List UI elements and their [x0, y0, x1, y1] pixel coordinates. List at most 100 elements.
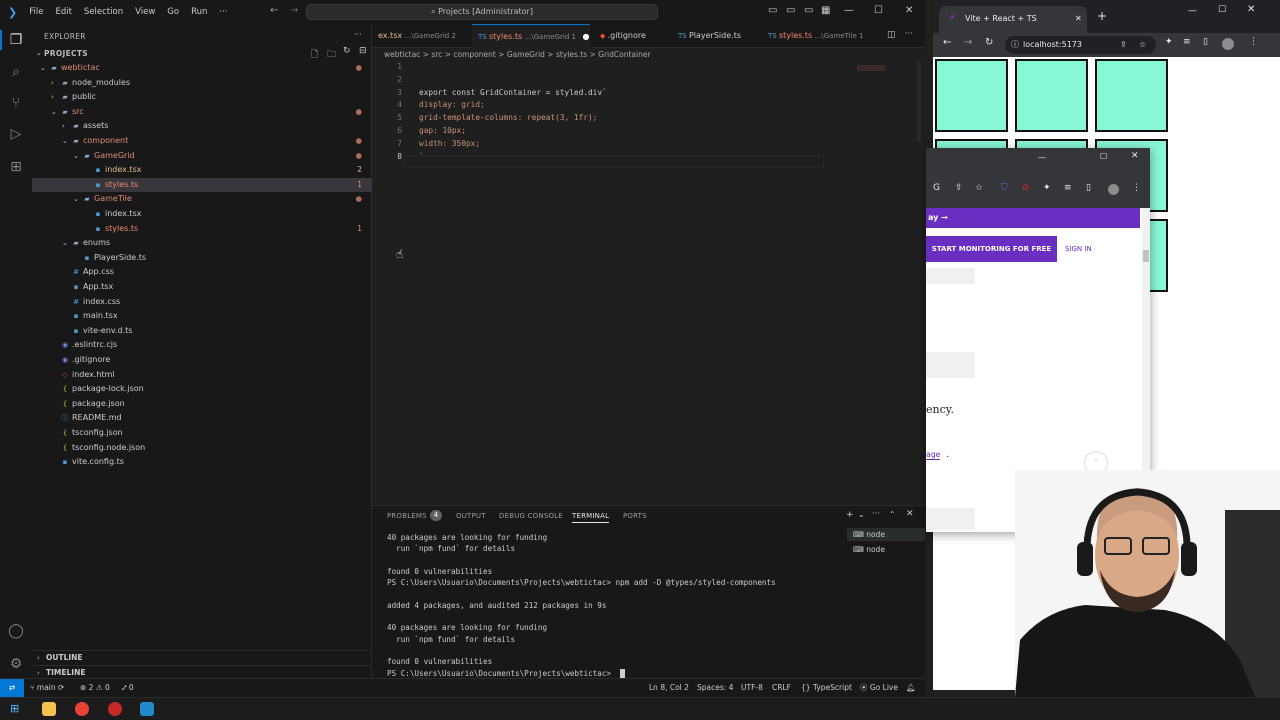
tree-item[interactable]: › ▰ assets	[32, 119, 372, 134]
address-bar[interactable]: ⓘ localhost:5173 ⇪ ☆	[1005, 36, 1156, 54]
profile-avatar-icon[interactable]	[1222, 38, 1234, 50]
browser-menu-icon[interactable]: ⋮	[1249, 37, 1258, 47]
page-link-fragment[interactable]: age .	[926, 450, 950, 460]
tree-item[interactable]: {tsconfig.json	[32, 426, 372, 441]
tree-item[interactable]: ⌄ ▰ GameTile ●	[32, 192, 372, 207]
app-icon[interactable]	[108, 702, 122, 716]
terminal-session-node-2[interactable]: ⌨ node	[847, 543, 925, 556]
layout-panel-icon[interactable]: ▭	[786, 5, 795, 16]
new-terminal-icon[interactable]: +	[846, 510, 854, 520]
menu-selection[interactable]: Selection	[78, 7, 129, 17]
minimap[interactable]	[857, 65, 885, 71]
tab-problems[interactable]: PROBLEMS	[387, 512, 427, 520]
profile-avatar-icon[interactable]	[1108, 184, 1119, 195]
customize-layout-icon[interactable]: ▦	[821, 5, 830, 16]
forward-arrow-icon[interactable]: →	[290, 5, 298, 16]
scrollbar[interactable]	[917, 61, 921, 141]
back-icon[interactable]: ←	[943, 37, 951, 48]
close-icon[interactable]: ✕	[905, 5, 913, 16]
split-editor-icon[interactable]: ◫	[887, 30, 896, 40]
outline-section[interactable]: › OUTLINE	[32, 650, 372, 665]
promo-banner[interactable]: ay →	[926, 208, 1140, 228]
side-panel-icon[interactable]: ▯	[1086, 183, 1091, 193]
tree-item[interactable]: › ▰ public	[32, 90, 372, 105]
settings-gear-icon[interactable]: ⚙	[7, 655, 25, 673]
tree-item[interactable]: ⌄ ▰ GameGrid ●	[32, 149, 372, 164]
tab-terminal[interactable]: TERMINAL	[572, 512, 610, 523]
tab-gametile-styles[interactable]: TS styles.ts ...\GameTile 1	[762, 24, 882, 48]
maximize-panel-icon[interactable]: ⌃	[889, 510, 896, 519]
encoding[interactable]: UTF-8	[741, 679, 763, 697]
notifications-bell-icon[interactable]: 🔔︎	[906, 679, 916, 697]
command-center[interactable]: ⌕ Projects [Administrator]	[306, 4, 658, 20]
account-icon[interactable]: ◯	[7, 622, 25, 640]
layout-sidebar-icon[interactable]: ▭	[768, 5, 777, 16]
tree-item[interactable]: ⌄ ▰ webtictac ●	[32, 61, 372, 76]
file-explorer-icon[interactable]	[42, 702, 56, 716]
minimize-icon[interactable]: —	[844, 5, 854, 16]
more-actions-icon[interactable]: ···	[354, 30, 362, 39]
go-live-button[interactable]: ⦿ Go Live	[860, 679, 898, 697]
tab-debug-console[interactable]: DEBUG CONSOLE	[499, 512, 563, 520]
bookmark-star-icon[interactable]: ☆	[975, 183, 983, 193]
vscode-taskbar-icon[interactable]	[140, 702, 154, 716]
browser-minimize-icon[interactable]: —	[1188, 6, 1197, 16]
shield-extension-icon[interactable]: ⛉	[1001, 183, 1008, 193]
back-arrow-icon[interactable]: ←	[270, 5, 278, 16]
chrome-icon[interactable]	[75, 702, 89, 716]
browser-close-icon[interactable]: ✕	[1247, 4, 1255, 15]
menu-more[interactable]: ···	[213, 7, 233, 17]
breadcrumb[interactable]: webtictac > src > component > GameGrid >…	[372, 48, 925, 61]
panel-more-icon[interactable]: ···	[872, 509, 880, 518]
explorer-icon[interactable]: ❐	[7, 31, 25, 49]
tree-item[interactable]: ◉ .gitignore	[32, 353, 372, 368]
section-chevron-icon[interactable]: ⌄	[36, 49, 42, 57]
cursor-position[interactable]: Ln 8, Col 2	[649, 679, 689, 697]
tab-ports[interactable]: PORTS	[623, 512, 647, 520]
maximize-icon[interactable]: ☐	[874, 5, 883, 16]
share-icon[interactable]: ⇪	[955, 183, 963, 193]
extensions-icon[interactable]: ⊞	[7, 158, 25, 176]
tab-gitignore[interactable]: ◆ .gitignore	[594, 24, 676, 48]
tree-item[interactable]: ▪ styles.ts 1	[32, 222, 372, 237]
code-editor[interactable]: 1 2 3 export const GridContainer = styled.d…	[372, 61, 925, 501]
tree-item[interactable]: ◉ .eslintrc.cjs	[32, 338, 372, 353]
indentation[interactable]: Spaces: 4	[697, 679, 733, 697]
browser-menu-icon[interactable]: ⋮	[1132, 183, 1141, 193]
forward-icon[interactable]: →	[964, 37, 972, 48]
tree-item[interactable]: ▪ App.tsx	[32, 280, 372, 295]
start-monitoring-button[interactable]: START MONITORING FOR FREE	[926, 236, 1057, 262]
branch-status[interactable]: ⑂ main ⟳	[30, 679, 64, 697]
editor-more-icon[interactable]: ···	[905, 29, 913, 38]
tree-item[interactable]: {package-lock.json	[32, 382, 372, 397]
tree-item[interactable]: {package.json	[32, 397, 372, 412]
windows-start-icon[interactable]: ⊞	[10, 702, 24, 716]
tree-item[interactable]: › ▰ node_modules	[32, 76, 372, 91]
tree-item[interactable]: # index.css	[32, 295, 372, 310]
menu-view[interactable]: View	[129, 7, 161, 17]
terminal-session-node-1[interactable]: ⌨ node	[847, 528, 925, 541]
remote-indicator-icon[interactable]: ⇄	[0, 679, 24, 697]
run-debug-icon[interactable]: ▷	[7, 125, 25, 143]
extensions-icon[interactable]: ✦	[1165, 37, 1173, 47]
collapse-all-icon[interactable]: ⊟	[359, 46, 367, 56]
tree-item[interactable]: ▪ PlayerSide.ts	[32, 251, 372, 266]
browser-maximize-icon[interactable]: ☐	[1218, 5, 1226, 15]
unsaved-dot-icon[interactable]: ●	[583, 32, 590, 41]
side-panel-icon[interactable]: ▯	[1203, 37, 1208, 47]
share-icon[interactable]: ⇪	[1120, 36, 1127, 54]
tree-item[interactable]: {tsconfig.node.json	[32, 441, 372, 456]
tree-item[interactable]: ▪ index.tsx	[32, 207, 372, 222]
overlay-minimize-icon[interactable]: —	[1038, 153, 1046, 162]
reload-icon[interactable]: ↻	[985, 37, 993, 48]
tab-gamegrid-index[interactable]: ex.tsx ...\GameGrid 2	[372, 24, 472, 48]
layout-secondary-icon[interactable]: ▭	[804, 5, 813, 16]
close-panel-icon[interactable]: ✕	[906, 509, 914, 519]
tab-gamegrid-styles[interactable]: TS styles.ts ...\GameGrid 1 ●	[472, 24, 590, 48]
tree-item[interactable]: ▪ vite.config.ts	[32, 455, 372, 470]
menu-go[interactable]: Go	[161, 7, 185, 17]
tree-item[interactable]: ⓘ README.md	[32, 411, 372, 426]
tree-item[interactable]: ▪ main.tsx	[32, 309, 372, 324]
game-tile[interactable]	[935, 59, 1008, 132]
sign-in-link[interactable]: SIGN IN	[1065, 236, 1092, 262]
